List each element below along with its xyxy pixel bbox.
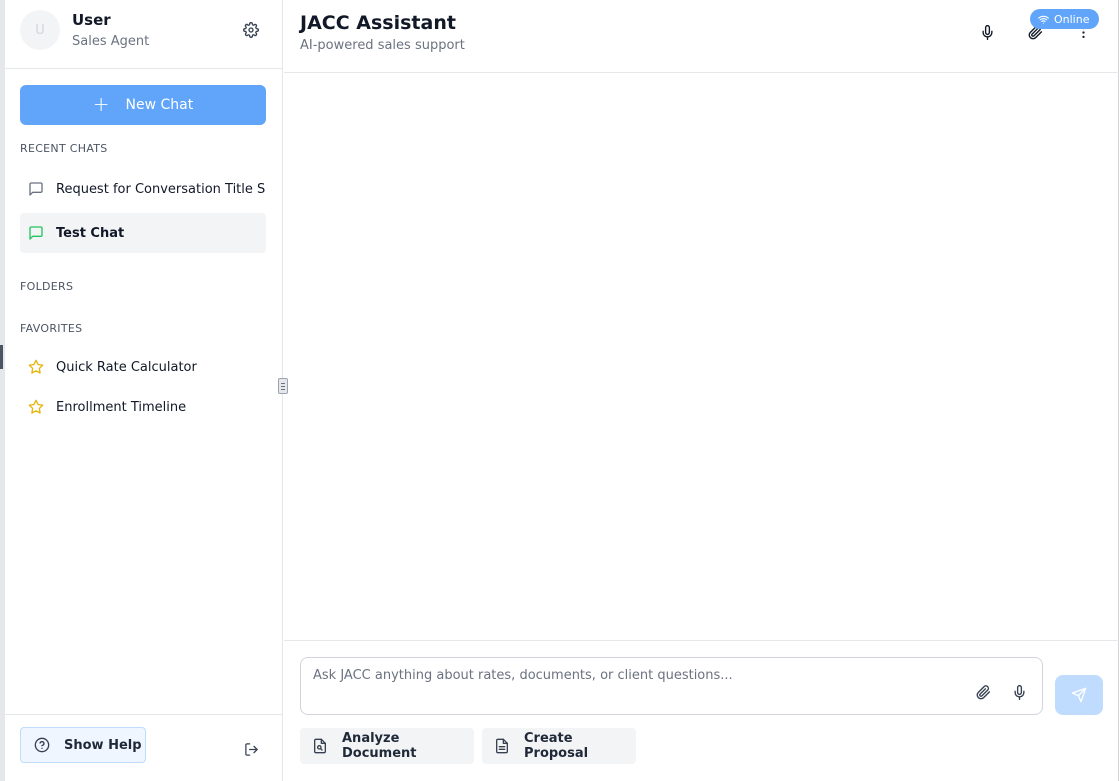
user-profile: U User Sales Agent: [5, 0, 282, 69]
folders-heading: FOLDERS: [20, 280, 74, 293]
microphone-icon: [981, 24, 993, 40]
favorite-item-enrollment-timeline[interactable]: Enrollment Timeline: [20, 387, 266, 427]
favorite-item-rate-calculator[interactable]: Quick Rate Calculator: [20, 347, 266, 387]
create-proposal-button[interactable]: Create Proposal: [482, 728, 636, 764]
sidebar: U User Sales Agent + New Chat RECENT CHA…: [5, 0, 283, 781]
new-chat-button[interactable]: + New Chat: [20, 85, 266, 125]
message-input[interactable]: [313, 668, 953, 698]
favorite-label: Enrollment Timeline: [56, 399, 187, 415]
logout-button[interactable]: [241, 739, 261, 759]
send-icon: [1071, 687, 1087, 703]
create-proposal-label: Create Proposal: [524, 731, 589, 761]
status-label: Online: [1054, 12, 1090, 26]
user-name: User: [72, 11, 111, 29]
file-text-icon: [494, 738, 510, 754]
star-icon: [28, 399, 44, 415]
voice-button[interactable]: [977, 22, 997, 42]
app-window: U User Sales Agent + New Chat RECENT CHA…: [0, 0, 1120, 781]
logout-icon: [244, 742, 258, 756]
message-square-icon: [28, 181, 44, 197]
message-input-box: [300, 657, 1043, 715]
show-help-label: Show Help: [64, 737, 142, 753]
chat-header: JACC Assistant AI-powered sales support …: [284, 0, 1119, 73]
page-title: JACC Assistant: [300, 12, 456, 34]
page-subtitle: AI-powered sales support: [300, 38, 465, 53]
settings-button[interactable]: [241, 20, 261, 40]
paperclip-icon: [976, 684, 990, 699]
avatar[interactable]: U: [20, 10, 60, 50]
file-search-icon: [312, 738, 328, 754]
send-button[interactable]: [1055, 675, 1103, 715]
edge-marker: [0, 345, 3, 369]
favorites-heading: FAVORITES: [20, 322, 83, 335]
message-area: [284, 73, 1119, 640]
favorite-label: Quick Rate Calculator: [56, 359, 197, 375]
status-badge: Online: [1030, 9, 1100, 29]
wifi-icon: [1038, 15, 1049, 24]
input-voice-button[interactable]: [1009, 682, 1029, 702]
gear-icon: [243, 22, 259, 38]
input-attach-button[interactable]: [973, 682, 993, 702]
help-circle-icon: [34, 737, 50, 753]
microphone-icon: [1013, 684, 1025, 700]
star-icon: [28, 359, 44, 375]
chat-panel: JACC Assistant AI-powered sales support …: [284, 0, 1119, 781]
analyze-document-button[interactable]: Analyze Document: [300, 728, 474, 764]
composer: Analyze Document Create Proposal: [284, 640, 1119, 781]
sidebar-footer: Show Help: [5, 714, 282, 781]
show-help-button[interactable]: Show Help: [20, 727, 146, 763]
recent-chat-item-active[interactable]: Test Chat: [20, 213, 266, 253]
plus-icon: +: [92, 92, 110, 116]
recent-chat-label: Request for Conversation Title Suggestio…: [56, 181, 266, 197]
recent-chat-item[interactable]: Request for Conversation Title Suggestio…: [20, 169, 266, 209]
user-role: Sales Agent: [72, 34, 150, 49]
analyze-document-label: Analyze Document: [342, 731, 417, 761]
message-square-icon: [28, 225, 44, 241]
recent-chat-label: Test Chat: [56, 225, 125, 241]
new-chat-label: New Chat: [125, 97, 194, 113]
recent-chats-heading: RECENT CHATS: [20, 142, 108, 155]
